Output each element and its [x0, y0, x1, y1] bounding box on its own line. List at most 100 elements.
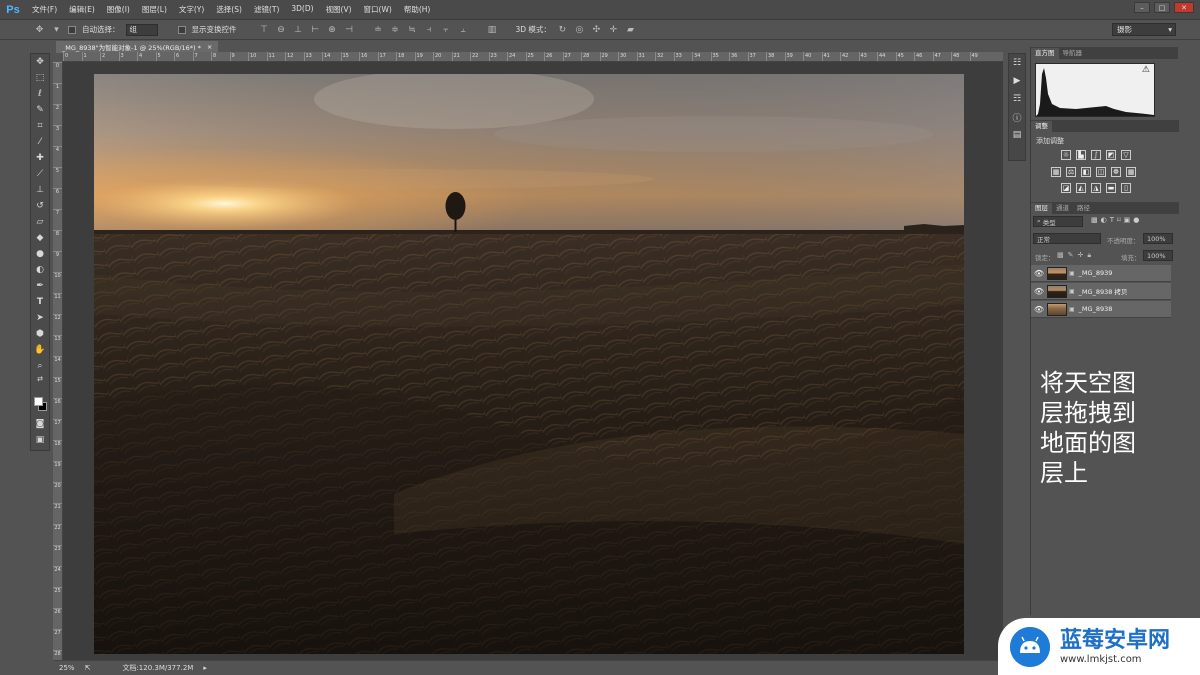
align-left-icon[interactable]: ⊢ — [310, 24, 321, 35]
visibility-eye-icon[interactable]: 👁︎ — [1031, 287, 1047, 296]
close-tab-icon[interactable]: × — [207, 43, 212, 51]
lock-transparent-icon[interactable]: ▩ — [1057, 251, 1064, 260]
menu-item[interactable]: 文字(Y) — [173, 4, 210, 15]
hand-tool-icon[interactable]: ✋ — [31, 342, 49, 358]
channel-mixer-icon[interactable]: ❁ — [1111, 167, 1121, 177]
lock-position-icon[interactable]: ✛ — [1078, 251, 1084, 260]
zoom-level[interactable]: 25% — [59, 664, 75, 672]
tab-histogram[interactable]: 直方图 — [1031, 48, 1059, 59]
layer-row[interactable]: 👁︎ ▣ _MG_8939 — [1031, 265, 1171, 282]
clone-stamp-tool-icon[interactable]: ⊥ — [31, 182, 49, 198]
status-menu-arrow-icon[interactable]: ▸ — [203, 664, 207, 672]
posterize-icon[interactable]: ◭ — [1076, 183, 1086, 193]
distribute-top-icon[interactable]: ≐ — [373, 24, 384, 35]
distribute-right-icon[interactable]: ⫠ — [458, 24, 469, 35]
dodge-tool-icon[interactable]: ◐ — [31, 262, 49, 278]
distribute-hcenter-icon[interactable]: ⫟ — [441, 24, 452, 35]
menu-item[interactable]: 文件(F) — [26, 4, 63, 15]
menu-item[interactable]: 3D(D) — [285, 4, 319, 15]
menu-item[interactable]: 帮助(H) — [398, 4, 437, 15]
info-icon[interactable]: ⓘ — [1009, 108, 1025, 126]
auto-align-icon[interactable]: ▥ — [487, 24, 498, 35]
distribute-left-icon[interactable]: ⫞ — [424, 24, 435, 35]
rotate-3d-icon[interactable]: ↻ — [557, 24, 568, 35]
menu-item[interactable]: 编辑(E) — [63, 4, 101, 15]
path-select-tool-icon[interactable]: ➤ — [31, 310, 49, 326]
layer-row[interactable]: 👁︎ ▣ _MG_8938 拷贝 — [1031, 283, 1171, 300]
healing-brush-tool-icon[interactable]: ✚ — [31, 150, 49, 166]
gradient-map-icon[interactable]: ▬ — [1106, 183, 1116, 193]
vertical-ruler[interactable]: 0 1 2 3 4 5 6 7 8 9 10 11 12 13 14 15 16 17 18 19 20 21 22 23 24… — [53, 62, 63, 660]
blend-mode-select[interactable]: 正常 — [1033, 233, 1101, 244]
crop-tool-icon[interactable]: ⌗ — [31, 118, 49, 134]
distribute-bottom-icon[interactable]: ≒ — [407, 24, 418, 35]
quick-mask-icon[interactable]: ◙ — [31, 416, 49, 432]
filter-type-icon[interactable]: T — [1110, 216, 1114, 224]
slide-3d-icon[interactable]: ✛ — [608, 24, 619, 35]
filter-toggle-icon[interactable]: ● — [1133, 216, 1139, 224]
brush-tool-icon[interactable]: ⟋ — [31, 166, 49, 182]
layer-filter-select[interactable]: ⌕ 类型 — [1033, 216, 1083, 227]
hue-saturation-icon[interactable]: ⚖ — [1066, 167, 1076, 177]
shape-tool-icon[interactable]: ⬢ — [31, 326, 49, 342]
threshold-icon[interactable]: ◮ — [1091, 183, 1101, 193]
align-bottom-icon[interactable]: ⊥ — [293, 24, 304, 35]
menu-item[interactable]: 图像(I) — [101, 4, 136, 15]
marquee-tool-icon[interactable]: ⬚ — [31, 70, 49, 86]
auto-select-dropdown[interactable]: 组 — [125, 23, 158, 36]
invert-icon[interactable]: ◪ — [1061, 183, 1071, 193]
fill-field[interactable]: 100% — [1143, 250, 1173, 261]
move-tool-icon[interactable]: ✥ — [34, 24, 45, 35]
tab-layers[interactable]: 图层 — [1031, 203, 1052, 214]
history-icon[interactable]: ☷ — [1009, 54, 1025, 72]
distribute-vcenter-icon[interactable]: ≑ — [390, 24, 401, 35]
workspace-select[interactable]: 摄影 ▾ — [1112, 23, 1176, 36]
filter-pixel-icon[interactable]: ▩ — [1091, 216, 1098, 224]
export-icon[interactable]: ⇱ — [85, 664, 91, 672]
foreground-color-swatch[interactable] — [34, 397, 43, 406]
maximize-button[interactable]: □ — [1154, 2, 1170, 13]
swap-colors-icon[interactable]: ⇄ — [31, 374, 49, 384]
align-right-icon[interactable]: ⊣ — [344, 24, 355, 35]
opacity-field[interactable]: 100% — [1143, 233, 1173, 244]
blur-tool-icon[interactable]: ● — [31, 246, 49, 262]
menu-item[interactable]: 图层(L) — [136, 4, 173, 15]
menu-item[interactable]: 视图(V) — [320, 4, 358, 15]
zoom-tool-icon[interactable]: ⌕ — [31, 358, 49, 374]
eraser-tool-icon[interactable]: ▱ — [31, 214, 49, 230]
curves-icon[interactable]: ∫ — [1091, 150, 1101, 160]
black-white-icon[interactable]: ◧ — [1081, 167, 1091, 177]
exposure-icon[interactable]: ◩ — [1106, 150, 1116, 160]
menu-item[interactable]: 选择(S) — [210, 4, 248, 15]
lasso-tool-icon[interactable]: ℓ — [31, 86, 49, 102]
roll-3d-icon[interactable]: ◎ — [574, 24, 585, 35]
filter-smart-icon[interactable]: ▣ — [1124, 216, 1131, 224]
color-lookup-icon[interactable]: ▦ — [1126, 167, 1136, 177]
minimize-button[interactable]: – — [1134, 2, 1150, 13]
visibility-eye-icon[interactable]: 👁︎ — [1031, 305, 1047, 314]
eyedropper-tool-icon[interactable]: ⁄ — [31, 134, 49, 150]
type-tool-icon[interactable]: T — [31, 294, 49, 310]
move-tool-icon[interactable]: ✥ — [31, 54, 49, 70]
pen-tool-icon[interactable]: ✒ — [31, 278, 49, 294]
menu-item[interactable]: 滤镜(T) — [248, 4, 285, 15]
menu-item[interactable]: 窗口(W) — [358, 4, 398, 15]
close-button[interactable]: ✕ — [1174, 2, 1194, 13]
quick-select-tool-icon[interactable]: ✎ — [31, 102, 49, 118]
show-transform-checkbox[interactable] — [177, 25, 186, 34]
auto-select-checkbox[interactable] — [68, 25, 76, 34]
tab-navigator[interactable]: 导航器 — [1059, 48, 1087, 59]
align-vcenter-icon[interactable]: ⊖ — [276, 24, 287, 35]
lock-all-icon[interactable]: 🔒︎ — [1087, 251, 1091, 260]
gradient-triangle-icon[interactable]: ▽ — [1121, 150, 1131, 160]
lock-pixels-icon[interactable]: ✎ — [1068, 251, 1074, 260]
photo-filter-icon[interactable]: ◫ — [1096, 167, 1106, 177]
screen-mode-icon[interactable]: ▣ — [31, 432, 49, 448]
properties-icon[interactable]: ▤ — [1009, 126, 1025, 144]
actions-play-icon[interactable]: ▶ — [1009, 72, 1025, 90]
histogram-warning-icon[interactable]: ⚠ — [1142, 65, 1150, 75]
visibility-eye-icon[interactable]: 👁︎ — [1031, 269, 1047, 278]
filter-adjustment-icon[interactable]: ◐ — [1101, 216, 1107, 224]
history-brush-tool-icon[interactable]: ↺ — [31, 198, 49, 214]
vibrance-icon[interactable]: ▦ — [1051, 167, 1061, 177]
